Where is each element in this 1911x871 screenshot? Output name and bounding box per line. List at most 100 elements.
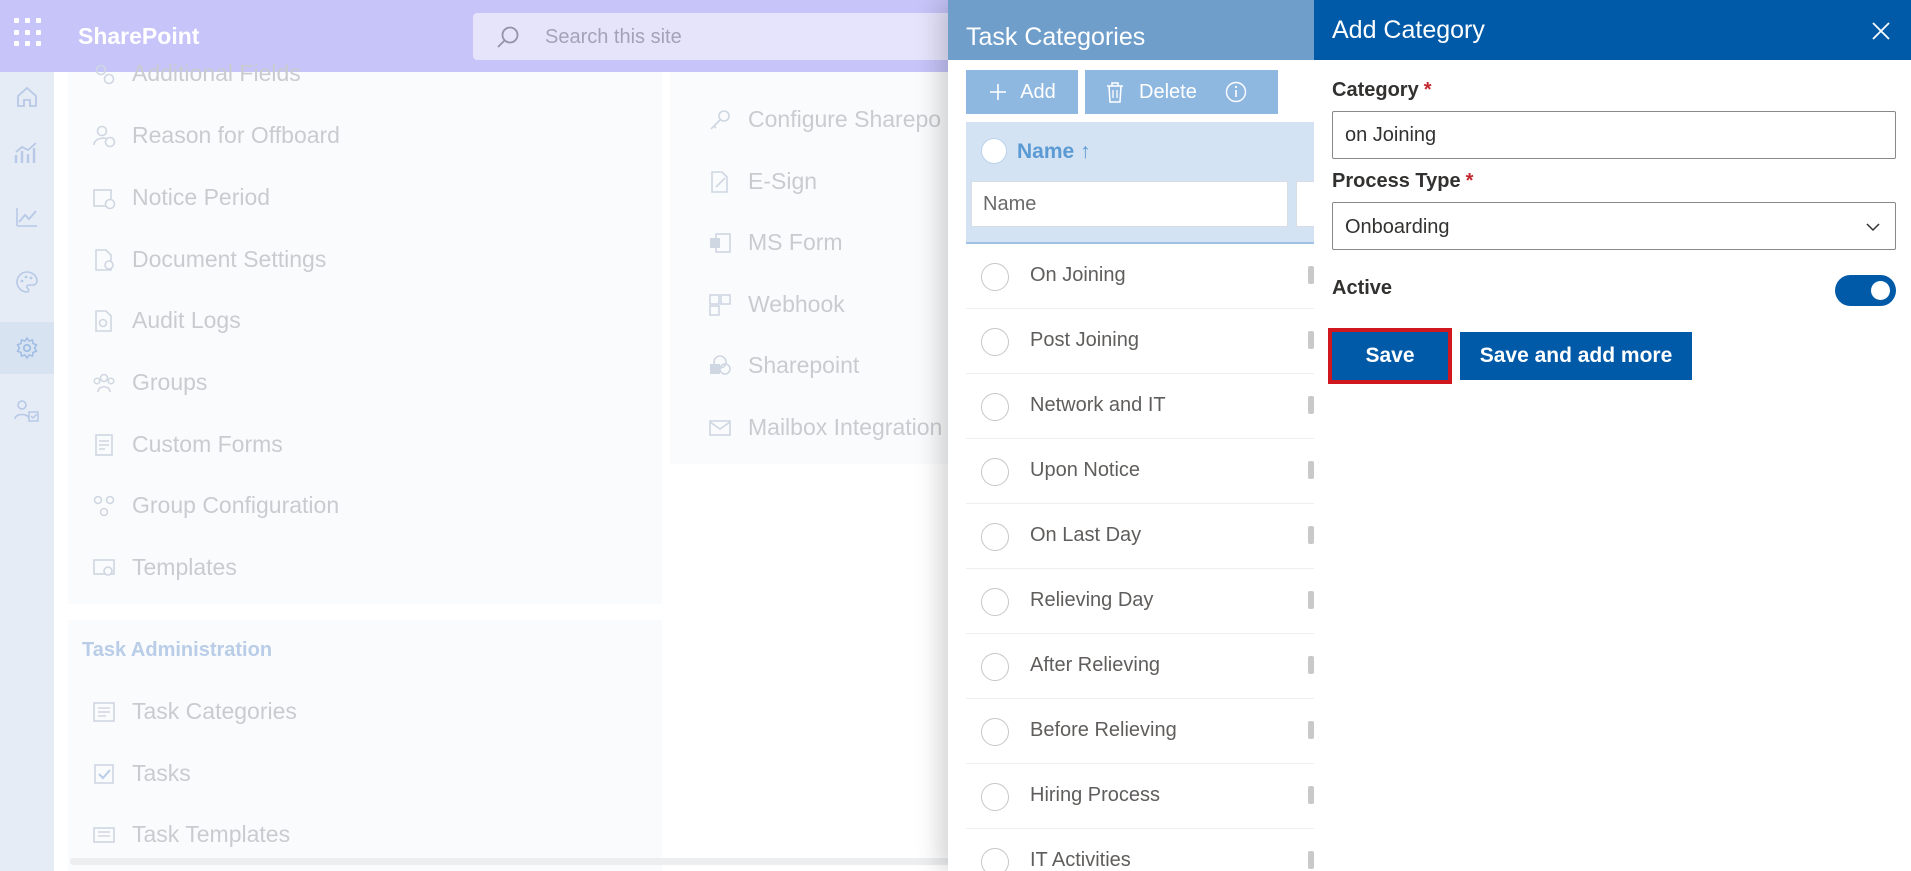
- keyboard-template-icon: [93, 826, 115, 843]
- brand-title[interactable]: SharePoint: [78, 23, 199, 50]
- table-row[interactable]: Upon Notice: [966, 439, 1314, 504]
- document-gear-icon: [95, 248, 114, 271]
- palette-icon[interactable]: [10, 265, 44, 299]
- settings-item-document-settings[interactable]: Document Settings: [92, 246, 326, 273]
- person-arrow-icon: [93, 125, 116, 147]
- process-type-dropdown[interactable]: Onboarding: [1332, 202, 1896, 250]
- settings-item-sharepoint[interactable]: Sharepoint: [708, 352, 859, 379]
- row-checkbox[interactable]: [981, 263, 1009, 291]
- settings-fields-icon: [95, 64, 115, 84]
- table-row[interactable]: On Joining: [966, 244, 1314, 309]
- horizontal-scrollbar[interactable]: [70, 858, 950, 865]
- row-checkbox[interactable]: [981, 848, 1009, 871]
- task-administration-heading: Task Administration: [82, 639, 273, 661]
- settings-item-templates[interactable]: Templates: [92, 554, 237, 581]
- table-row[interactable]: On Last Day: [966, 504, 1314, 569]
- form-icon: [95, 433, 113, 456]
- add-category-title: Add Category: [1332, 16, 1485, 44]
- name-column-header[interactable]: Name ↑: [1017, 140, 1091, 164]
- process-type-label: Process Type *: [1332, 170, 1474, 192]
- row-checkbox[interactable]: [981, 328, 1009, 356]
- row-name: Before Relieving: [1030, 719, 1177, 741]
- settings-item-audit-logs[interactable]: Audit Logs: [92, 307, 241, 334]
- settings-item-task-templates[interactable]: Task Templates: [92, 821, 290, 848]
- delete-category-button[interactable]: Delete: [1085, 70, 1278, 114]
- growth-chart-icon[interactable]: [10, 136, 44, 170]
- settings-item-group-configuration[interactable]: Group Configuration: [92, 492, 339, 519]
- task-list-icon: [93, 701, 115, 722]
- second-column-filter-input[interactable]: [1296, 181, 1314, 227]
- sharepoint-logo-icon: [710, 354, 731, 375]
- row-checkbox[interactable]: [981, 783, 1009, 811]
- row-name: Post Joining: [1030, 329, 1139, 351]
- row-checkbox[interactable]: [981, 523, 1009, 551]
- table-row[interactable]: After Relieving: [966, 634, 1314, 699]
- required-mark: *: [1423, 79, 1432, 101]
- settings-item-configure-sharepoint[interactable]: Configure Sharepo: [708, 106, 941, 133]
- task-categories-list: On Joining Post Joining Network and IT Upon…: [966, 244, 1314, 871]
- save-button[interactable]: Save: [1328, 328, 1452, 384]
- sort-ascending-icon: ↑: [1080, 140, 1091, 163]
- table-row[interactable]: Post Joining: [966, 309, 1314, 374]
- user-tasks-icon[interactable]: [10, 394, 44, 428]
- row-name: Hiring Process: [1030, 784, 1161, 806]
- template-certificate-icon: [93, 558, 115, 576]
- settings-item-task-categories[interactable]: Task Categories: [92, 698, 297, 725]
- plus-icon: [990, 84, 1007, 100]
- toggle-knob: [1871, 281, 1890, 300]
- task-categories-title: Task Categories: [966, 23, 1146, 51]
- add-category-button[interactable]: Add: [966, 70, 1078, 114]
- app-rail: [0, 72, 54, 871]
- app-launcher-icon[interactable]: [14, 18, 44, 48]
- row-checkbox[interactable]: [981, 588, 1009, 616]
- table-row[interactable]: Network and IT: [966, 374, 1314, 439]
- trend-chart-icon[interactable]: [10, 200, 44, 234]
- home-icon[interactable]: [10, 80, 44, 114]
- required-mark: *: [1465, 170, 1474, 192]
- settings-item-reason-for-offboard[interactable]: Reason for Offboard: [92, 122, 340, 149]
- settings-item-tasks[interactable]: Tasks: [92, 760, 191, 787]
- row-name: After Relieving: [1030, 654, 1161, 676]
- settings-item-mailbox-integration[interactable]: Mailbox Integration: [708, 414, 942, 441]
- category-input[interactable]: [1332, 111, 1896, 159]
- group-config-icon: [93, 495, 115, 516]
- table-row[interactable]: IT Activities: [966, 829, 1314, 871]
- info-icon[interactable]: [1225, 81, 1247, 103]
- search-placeholder: Search this site: [545, 26, 682, 48]
- grid-header: Name ↑: [966, 122, 1314, 244]
- table-row[interactable]: Before Relieving: [966, 699, 1314, 764]
- webhook-grid-icon: [709, 293, 731, 316]
- task-categories-header: Task Categories: [948, 0, 1314, 60]
- gear-icon[interactable]: [0, 322, 54, 374]
- row-checkbox[interactable]: [981, 393, 1009, 421]
- calendar-clock-icon: [93, 188, 116, 209]
- row-name: Network and IT: [1030, 394, 1166, 416]
- settings-item-additional-fields[interactable]: Additional Fields: [92, 60, 301, 87]
- settings-item-custom-forms[interactable]: Custom Forms: [92, 431, 283, 458]
- signature-doc-icon: [711, 170, 728, 193]
- settings-item-webhook[interactable]: Webhook: [708, 291, 845, 318]
- close-icon[interactable]: [1868, 18, 1894, 44]
- row-name: Relieving Day: [1030, 589, 1154, 611]
- row-checkbox[interactable]: [981, 718, 1009, 746]
- table-row[interactable]: Hiring Process: [966, 764, 1314, 829]
- active-toggle[interactable]: [1835, 275, 1896, 306]
- settings-item-notice-period[interactable]: Notice Period: [92, 184, 270, 211]
- category-label: Category *: [1332, 79, 1432, 101]
- mail-icon: [709, 419, 731, 436]
- settings-item-e-sign[interactable]: E-Sign: [708, 168, 817, 195]
- name-filter-input[interactable]: [971, 181, 1288, 227]
- chevron-down-icon: [1866, 223, 1880, 232]
- ms-forms-icon: [710, 232, 731, 253]
- table-row[interactable]: Relieving Day: [966, 569, 1314, 634]
- select-all-checkbox[interactable]: [981, 138, 1007, 164]
- row-checkbox[interactable]: [981, 458, 1009, 486]
- site-search-box[interactable]: Search this site: [473, 13, 993, 60]
- task-categories-panel: Task Categories Add Delete Name ↑ On Joi…: [948, 0, 1314, 871]
- checkbox-icon: [94, 763, 114, 784]
- add-category-panel: Add Category Category* Process Type* Onb…: [1314, 0, 1911, 871]
- settings-item-ms-form[interactable]: MS Form: [708, 229, 843, 256]
- save-and-add-more-button[interactable]: Save and add more: [1460, 332, 1692, 380]
- settings-item-groups[interactable]: Groups: [92, 369, 207, 396]
- row-checkbox[interactable]: [981, 653, 1009, 681]
